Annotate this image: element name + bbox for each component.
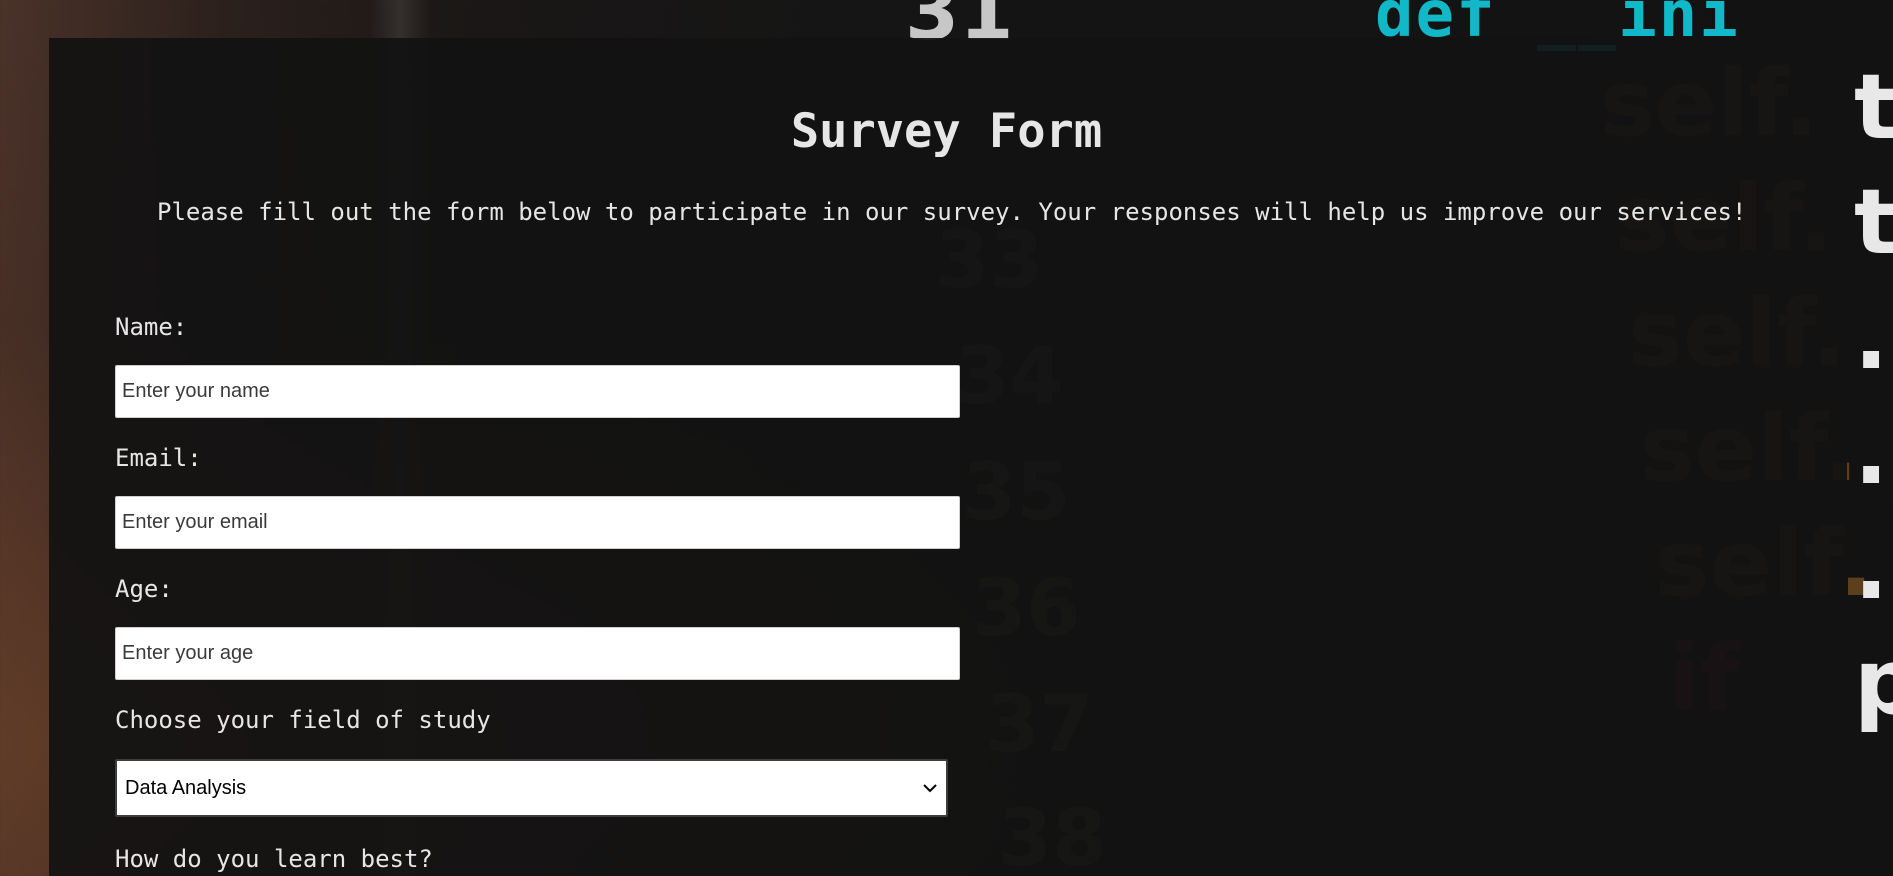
field-of-study-label: Choose your field of study bbox=[115, 706, 491, 734]
name-label: Name: bbox=[115, 313, 188, 341]
field-of-study-select[interactable]: Data Analysis bbox=[115, 759, 948, 817]
page-title: Survey Form bbox=[790, 104, 1103, 159]
age-label: Age: bbox=[115, 575, 173, 603]
learn-best-label: How do you learn best? bbox=[115, 845, 433, 873]
form-description: Please fill out the form below to partic… bbox=[157, 198, 1747, 226]
email-label: Email: bbox=[115, 444, 202, 472]
field-of-study-selected-value: Data Analysis bbox=[125, 776, 247, 799]
age-input[interactable] bbox=[115, 627, 960, 680]
chevron-down-icon bbox=[922, 780, 938, 796]
email-input[interactable] bbox=[115, 496, 960, 549]
name-input[interactable] bbox=[115, 365, 960, 418]
survey-form-panel bbox=[49, 38, 1847, 876]
